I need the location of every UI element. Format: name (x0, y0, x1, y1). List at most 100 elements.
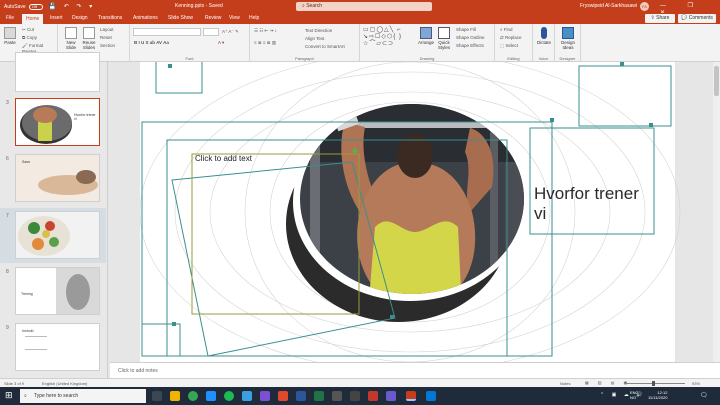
tab-review[interactable]: Review (205, 15, 221, 21)
region-code: NO (630, 395, 636, 400)
new-slide-icon (65, 27, 77, 39)
tab-help[interactable]: Help (249, 15, 259, 21)
font-size-select[interactable] (203, 28, 219, 36)
find-button[interactable]: ⌕ Find (500, 27, 513, 32)
tab-transitions[interactable]: Transitions (98, 15, 122, 21)
thumbnail-image[interactable]: Søvn (15, 154, 100, 202)
share-button[interactable]: ⇪ Share (645, 14, 675, 23)
dictate-button[interactable]: Dictate (536, 27, 552, 45)
task-view-icon[interactable] (152, 391, 162, 401)
design-ideas-label: Design Ideas (560, 40, 575, 50)
copy-label: Copy (26, 35, 37, 40)
notification-icon[interactable]: 🗨 (700, 392, 708, 399)
tab-design[interactable]: Design (72, 15, 88, 21)
align-buttons[interactable]: ≡ ≣ ≡ ≣ ▥ (254, 40, 276, 46)
tab-insert[interactable]: Insert (50, 15, 63, 21)
app-icon[interactable] (332, 391, 342, 401)
thumbnail-graphic (20, 105, 72, 144)
thumbnail-image[interactable]: Innhold (15, 323, 100, 371)
input-language[interactable]: ENG NO (630, 390, 639, 400)
spotify-icon[interactable] (224, 391, 234, 401)
chrome-icon[interactable] (188, 391, 198, 401)
tab-slide-show[interactable]: Slide Show (168, 15, 193, 21)
replace-button[interactable]: ⇄ Replace (500, 35, 522, 41)
text-placeholder[interactable]: Click to add text (195, 154, 252, 163)
thumbnail-image[interactable]: Hvorfor trener vi (15, 98, 100, 146)
font-format-buttons[interactable]: B I U S ab AV Aa (134, 40, 169, 45)
convert-smartart-label: Convert to SmartArt (305, 44, 345, 49)
app-icon[interactable] (386, 391, 396, 401)
design-ideas-button[interactable]: Design Ideas (558, 27, 578, 50)
clock[interactable]: 12:12 11/11/2020 (648, 390, 667, 400)
shape-fill-button[interactable]: Shape Fill (456, 27, 476, 32)
arrange-icon (420, 27, 432, 39)
vertical-scrollbar[interactable] (713, 62, 720, 362)
ribbon: Paste ✂ Cut ⧉ Copy 🖌 Format Painter Clip… (0, 24, 720, 62)
section-button[interactable]: Section (100, 43, 115, 48)
notes-pane[interactable]: Click to add notes (110, 362, 720, 378)
designer-group-label: Designer (559, 56, 576, 61)
app-icon[interactable] (278, 391, 288, 401)
tab-view[interactable]: View (229, 15, 240, 21)
search-input[interactable]: ⌕ Search (296, 2, 432, 11)
avatar[interactable]: FA (640, 2, 649, 11)
thumbnail-previous[interactable] (15, 52, 100, 92)
zoom-slider-thumb[interactable] (652, 381, 655, 386)
tab-file[interactable]: File (6, 15, 14, 21)
thumbnail-title: Innhold (22, 329, 34, 333)
tab-animations[interactable]: Animations (133, 15, 158, 21)
slide-number: 8 (6, 269, 9, 275)
font-size-buttons[interactable]: A⁺ A⁻ ✎ (222, 29, 239, 35)
reuse-slides-button[interactable]: Reuse Slides (80, 27, 98, 50)
convert-smartart-button[interactable]: Convert to SmartArt (305, 44, 345, 49)
reset-button[interactable]: Reset (100, 35, 112, 40)
paste-button[interactable]: Paste (3, 27, 17, 45)
mail-icon[interactable] (242, 391, 252, 401)
copy-button[interactable]: ⧉ Copy (22, 35, 37, 40)
shape-effects-button[interactable]: Shape Effects (456, 43, 484, 48)
comments-button[interactable]: 💬 Comments (678, 14, 716, 23)
thumbnail-image[interactable] (15, 211, 100, 259)
font-family-select[interactable] (133, 28, 201, 36)
quick-access-toolbar[interactable]: 💾 ↶ ↷ ▾ (49, 3, 96, 10)
cut-button[interactable]: ✂ Cut (22, 27, 34, 33)
find-label: Find (503, 27, 513, 32)
new-slide-button[interactable]: New Slide (63, 27, 79, 50)
shapes-gallery[interactable]: ▭▢◯△╲ ⌐ ↘⇨☐◇⬡{ } ☆⌒▱⊂⊃ (363, 27, 415, 49)
cut-label: Cut (27, 27, 35, 32)
thumbnail-title: Søvn (22, 160, 31, 164)
teams-icon[interactable] (260, 391, 270, 401)
select-button[interactable]: ⬚ Select (500, 43, 518, 49)
windows-start-icon[interactable]: ⊞ (5, 391, 13, 400)
list-buttons[interactable]: ☰ ☷ ⇤ ⇥ ↕ (254, 28, 277, 34)
clock-date: 11/11/2020 (648, 395, 668, 400)
autosave-toggle[interactable]: Off (28, 3, 43, 10)
notes-toggle[interactable]: Notes (560, 381, 570, 386)
app-icon[interactable] (350, 391, 360, 401)
app-icon[interactable] (368, 391, 378, 401)
edge-icon[interactable] (206, 391, 216, 401)
zoom-level[interactable]: 93% (692, 381, 700, 386)
align-text-button[interactable]: Align Text (305, 36, 324, 41)
tab-home[interactable]: Home (22, 14, 44, 24)
layout-button[interactable]: Layout (100, 27, 114, 32)
text-direction-button[interactable]: Text Direction (305, 28, 332, 33)
thumbnail-image[interactable]: Trening (15, 267, 100, 315)
language-status[interactable]: English (United Kingdom) (42, 381, 87, 386)
arrange-button[interactable]: Arrange (418, 27, 434, 45)
taskbar-search-input[interactable]: ⌕ Type here to search (20, 389, 146, 403)
zoom-slider[interactable] (625, 383, 685, 384)
quick-styles-button[interactable]: Quick Styles (436, 27, 452, 50)
powerpoint-icon[interactable] (406, 391, 416, 401)
slide-title[interactable]: Hvorfor trener vi (534, 184, 654, 224)
file-explorer-icon[interactable] (170, 391, 180, 401)
outlook-icon[interactable] (426, 391, 436, 401)
scrollbar-thumb[interactable] (714, 66, 719, 96)
word-icon[interactable] (296, 391, 306, 401)
font-color-button[interactable]: A ▾ (218, 40, 224, 46)
slide-thumbnail-panel[interactable]: 3 Hvorfor trener vi 6 Søvn 7 8 Trening 9… (0, 52, 108, 378)
excel-icon[interactable] (314, 391, 324, 401)
slide-editor[interactable]: Click to add text Hvorfor trener vi (110, 62, 713, 362)
user-name[interactable]: Fryswipeid Al-Sarkhasawi (580, 3, 637, 9)
shape-outline-button[interactable]: Shape Outline (456, 35, 485, 40)
